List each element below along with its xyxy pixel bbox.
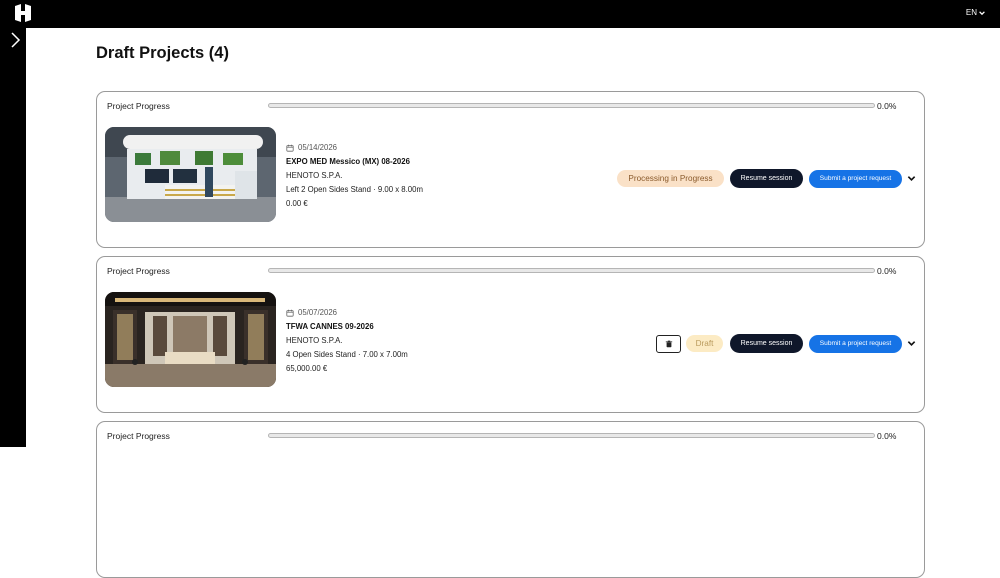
progress-label: Project Progress bbox=[107, 431, 170, 441]
language-label: EN bbox=[965, 8, 977, 17]
project-card: Project Progress 0.0% bbox=[96, 91, 925, 248]
progress-label: Project Progress bbox=[107, 266, 170, 276]
project-card: Project Progress 0.0% bbox=[96, 256, 925, 413]
stand-details: 4 Open Sides Stand · 7.00 x 7.00m bbox=[286, 350, 408, 359]
language-selector[interactable]: EN bbox=[966, 8, 986, 17]
project-price: 0.00 € bbox=[286, 199, 308, 208]
chevron-down-icon bbox=[979, 10, 985, 15]
project-info: 05/14/2026 EXPO MED Messico (MX) 08-2026… bbox=[286, 141, 423, 211]
calendar-icon bbox=[286, 144, 294, 152]
delete-button[interactable] bbox=[656, 335, 681, 353]
progress-bar bbox=[268, 268, 875, 273]
status-badge: Processing in Progress bbox=[617, 170, 724, 187]
main-content: Draft Projects (4) Project Progress 0.0% bbox=[26, 28, 1000, 578]
project-name[interactable]: EXPO MED Messico (MX) 08-2026 bbox=[286, 155, 423, 169]
calendar-icon bbox=[286, 309, 294, 317]
date-row: 05/14/2026 bbox=[286, 141, 423, 155]
company-name: HENOTO S.P.A. bbox=[286, 336, 343, 345]
submit-project-request-button[interactable]: Submit a project request bbox=[809, 335, 902, 353]
chevron-down-icon[interactable] bbox=[907, 174, 916, 183]
submit-project-request-button[interactable]: Submit a project request bbox=[809, 170, 902, 188]
project-card: Project Progress 0.0% bbox=[96, 421, 925, 578]
sidebar bbox=[0, 28, 26, 447]
top-bar: EN bbox=[0, 0, 1000, 28]
project-date: 05/07/2026 bbox=[298, 308, 338, 317]
project-thumbnail[interactable] bbox=[105, 127, 276, 222]
date-row: 05/07/2026 bbox=[286, 306, 408, 320]
trash-icon bbox=[665, 340, 672, 348]
project-thumbnail[interactable] bbox=[105, 292, 276, 387]
progress-label: Project Progress bbox=[107, 101, 170, 111]
progress-bar bbox=[268, 433, 875, 438]
company-name: HENOTO S.P.A. bbox=[286, 171, 343, 180]
project-info: 05/07/2026 TFWA CANNES 09-2026 HENOTO S.… bbox=[286, 306, 408, 376]
progress-value: 0.0% bbox=[877, 101, 897, 111]
resume-session-button[interactable]: Resume session bbox=[730, 334, 803, 353]
page-title: Draft Projects (4) bbox=[96, 44, 229, 62]
progress-value: 0.0% bbox=[877, 266, 897, 276]
status-badge: Draft bbox=[686, 335, 723, 352]
chevron-right-icon[interactable] bbox=[9, 31, 21, 49]
brand-logo[interactable] bbox=[13, 4, 33, 22]
progress-bar bbox=[268, 103, 875, 108]
progress-value: 0.0% bbox=[877, 431, 897, 441]
project-price: 65,000.00 € bbox=[286, 364, 328, 373]
stand-details: Left 2 Open Sides Stand · 9.00 x 8.00m bbox=[286, 185, 423, 194]
resume-session-button[interactable]: Resume session bbox=[730, 169, 803, 188]
project-date: 05/14/2026 bbox=[298, 143, 338, 152]
chevron-down-icon[interactable] bbox=[907, 339, 916, 348]
project-name[interactable]: TFWA CANNES 09-2026 bbox=[286, 320, 408, 334]
